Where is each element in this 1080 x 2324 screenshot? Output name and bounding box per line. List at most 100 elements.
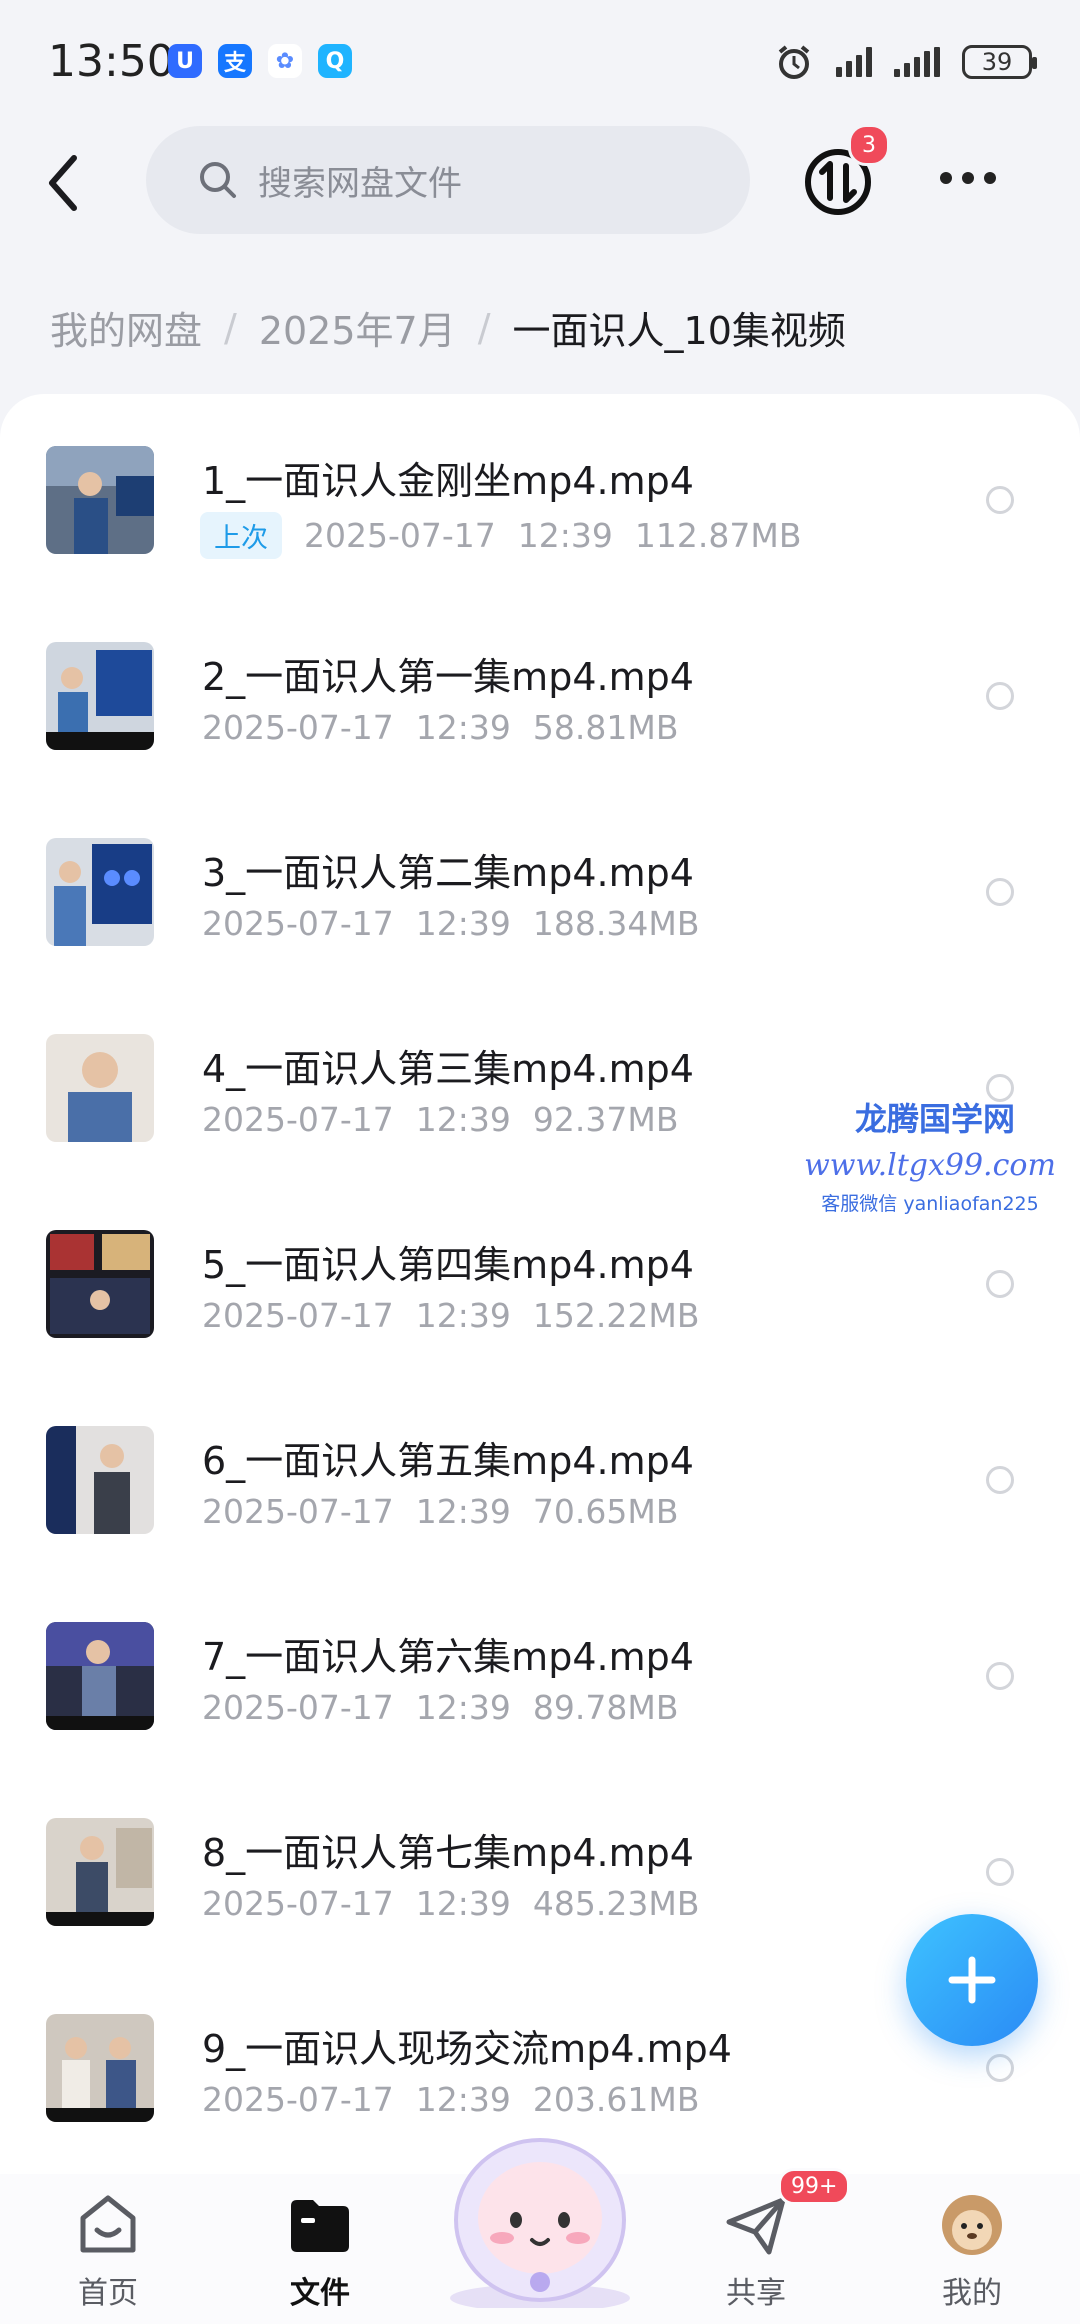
video-thumbnail <box>46 1622 154 1730</box>
file-row[interactable]: 6_一面识人第五集mp4.mp4 2025-07-17 12:39 70.65M… <box>0 1374 1080 1570</box>
select-radio[interactable] <box>986 1466 1014 1494</box>
nav-mine-label: 我的 <box>942 2276 1002 2311</box>
file-row[interactable]: 7_一面识人第六集mp4.mp4 2025-07-17 12:39 89.78M… <box>0 1570 1080 1766</box>
breadcrumb-separator: / <box>477 305 491 350</box>
file-name: 1_一面识人金刚坐mp4.mp4 <box>202 459 694 503</box>
more-options-icon[interactable] <box>940 172 996 184</box>
signal-icon-2 <box>894 47 940 77</box>
watermark-contact: 客服微信 yanliaofan225 <box>821 1193 1039 1215</box>
watermark-url: www.ltgx99.com <box>804 1148 1056 1183</box>
file-time: 12:39 <box>415 708 511 747</box>
file-size: 89.78MB <box>532 1688 679 1727</box>
video-thumbnail <box>46 838 154 946</box>
nav-home-label: 首页 <box>78 2276 138 2311</box>
file-name: 9_一面识人现场交流mp4.mp4 <box>202 2027 732 2071</box>
alipay-app-icon: 支 <box>218 44 252 78</box>
file-time: 12:39 <box>415 904 511 943</box>
file-meta: 2025-07-17 12:39 58.81MB <box>202 708 678 747</box>
file-date: 2025-07-17 <box>202 1688 394 1727</box>
breadcrumb-separator: / <box>224 305 237 350</box>
status-bar: 13:50 U 支 ✿ Q 39 <box>0 0 1080 128</box>
back-arrow-icon[interactable] <box>40 150 90 216</box>
file-size: 485.23MB <box>532 1884 700 1923</box>
file-date: 2025-07-17 <box>202 1492 394 1531</box>
file-date: 2025-07-17 <box>304 516 496 555</box>
home-icon <box>80 2195 136 2253</box>
file-size: 92.37MB <box>532 1100 679 1139</box>
select-radio[interactable] <box>986 1270 1014 1298</box>
file-size: 152.22MB <box>532 1296 700 1335</box>
folder-icon <box>291 2200 349 2252</box>
file-time: 12:39 <box>415 1884 511 1923</box>
alarm-icon <box>778 45 810 79</box>
file-row[interactable]: 2_一面识人第一集mp4.mp4 2025-07-17 12:39 58.81M… <box>0 590 1080 786</box>
video-thumbnail <box>46 1426 154 1534</box>
nav-files[interactable]: 文件 <box>240 2192 400 2312</box>
search-input[interactable]: 搜索网盘文件 <box>146 126 750 234</box>
file-time: 12:39 <box>415 1296 511 1335</box>
file-name: 5_一面识人第四集mp4.mp4 <box>202 1243 694 1287</box>
file-time: 12:39 <box>415 1100 511 1139</box>
signal-icon <box>836 47 872 77</box>
select-radio[interactable] <box>986 682 1014 710</box>
nav-home[interactable]: 首页 <box>28 2192 188 2312</box>
file-meta: 2025-07-17 12:39 188.34MB <box>202 904 699 943</box>
add-button[interactable] <box>906 1914 1038 2046</box>
select-radio[interactable] <box>986 2054 1014 2082</box>
file-date: 2025-07-17 <box>202 708 394 747</box>
status-time: 13:50 <box>48 36 175 87</box>
file-row[interactable]: 1_一面识人金刚坐mp4.mp4 上次 2025-07-17 12:39 112… <box>0 394 1080 590</box>
file-meta: 2025-07-17 12:39 152.22MB <box>202 1296 699 1335</box>
file-date: 2025-07-17 <box>202 1296 394 1335</box>
nav-files-label: 文件 <box>290 2276 350 2311</box>
select-radio[interactable] <box>986 1858 1014 1886</box>
file-date: 2025-07-17 <box>202 1884 394 1923</box>
file-date: 2025-07-17 <box>202 1100 394 1139</box>
nav-share-label: 共享 <box>726 2276 786 2311</box>
nav-share[interactable]: 共享 <box>676 2192 836 2312</box>
file-meta: 2025-07-17 12:39 89.78MB <box>202 1688 678 1727</box>
video-thumbnail <box>46 1034 154 1142</box>
watermark-title: 龙腾国学网 <box>854 1100 1015 1138</box>
transfer-badge: 3 <box>848 124 890 166</box>
video-thumbnail <box>46 1818 154 1926</box>
file-size: 58.81MB <box>532 708 679 747</box>
file-meta: 2025-07-17 12:39 485.23MB <box>202 1884 699 1923</box>
notification-icons: U 支 ✿ Q <box>168 44 352 78</box>
plus-icon <box>948 1956 996 2004</box>
select-radio[interactable] <box>986 486 1014 514</box>
assistant-mascot-icon[interactable] <box>436 2108 644 2308</box>
file-time: 12:39 <box>415 1688 511 1727</box>
video-thumbnail <box>46 2014 154 2122</box>
paper-plane-icon <box>726 2197 786 2255</box>
file-row[interactable]: 3_一面识人第二集mp4.mp4 2025-07-17 12:39 188.34… <box>0 786 1080 982</box>
breadcrumb-current: 一面识人_10集视频 <box>512 309 846 353</box>
watermark: 龙腾国学网 www.ltgx99.com 客服微信 yanliaofan225 <box>804 1094 1056 1216</box>
search-icon <box>200 162 236 198</box>
video-thumbnail <box>46 446 154 554</box>
baidu-app-icon: U <box>168 44 202 78</box>
battery-icon: 39 <box>962 45 1037 79</box>
file-date: 2025-07-17 <box>202 2080 394 2119</box>
file-date: 2025-07-17 <box>202 904 394 943</box>
file-row[interactable]: 8_一面识人第七集mp4.mp4 2025-07-17 12:39 485.23… <box>0 1766 1080 1962</box>
file-name: 3_一面识人第二集mp4.mp4 <box>202 851 694 895</box>
select-radio[interactable] <box>986 1662 1014 1690</box>
breadcrumb-item-root[interactable]: 我的网盘 <box>50 300 202 355</box>
file-name: 4_一面识人第三集mp4.mp4 <box>202 1047 694 1091</box>
breadcrumb-item-month[interactable]: 2025年7月 <box>259 300 456 355</box>
file-time: 12:39 <box>415 1492 511 1531</box>
cloud-app-icon: ✿ <box>268 44 302 78</box>
file-meta: 2025-07-17 12:39 92.37MB <box>202 1100 678 1139</box>
file-size: 112.87MB <box>634 516 802 555</box>
file-meta: 上次 2025-07-17 12:39 112.87MB <box>200 512 802 559</box>
nav-mine[interactable]: 我的 <box>892 2192 1052 2312</box>
file-name: 6_一面识人第五集mp4.mp4 <box>202 1439 694 1483</box>
share-badge: 99+ <box>778 2168 851 2205</box>
avatar <box>942 2195 1002 2255</box>
file-name: 2_一面识人第一集mp4.mp4 <box>202 655 694 699</box>
search-placeholder: 搜索网盘文件 <box>258 163 462 204</box>
select-radio[interactable] <box>986 878 1014 906</box>
video-thumbnail <box>46 642 154 750</box>
file-meta: 2025-07-17 12:39 70.65MB <box>202 1492 678 1531</box>
